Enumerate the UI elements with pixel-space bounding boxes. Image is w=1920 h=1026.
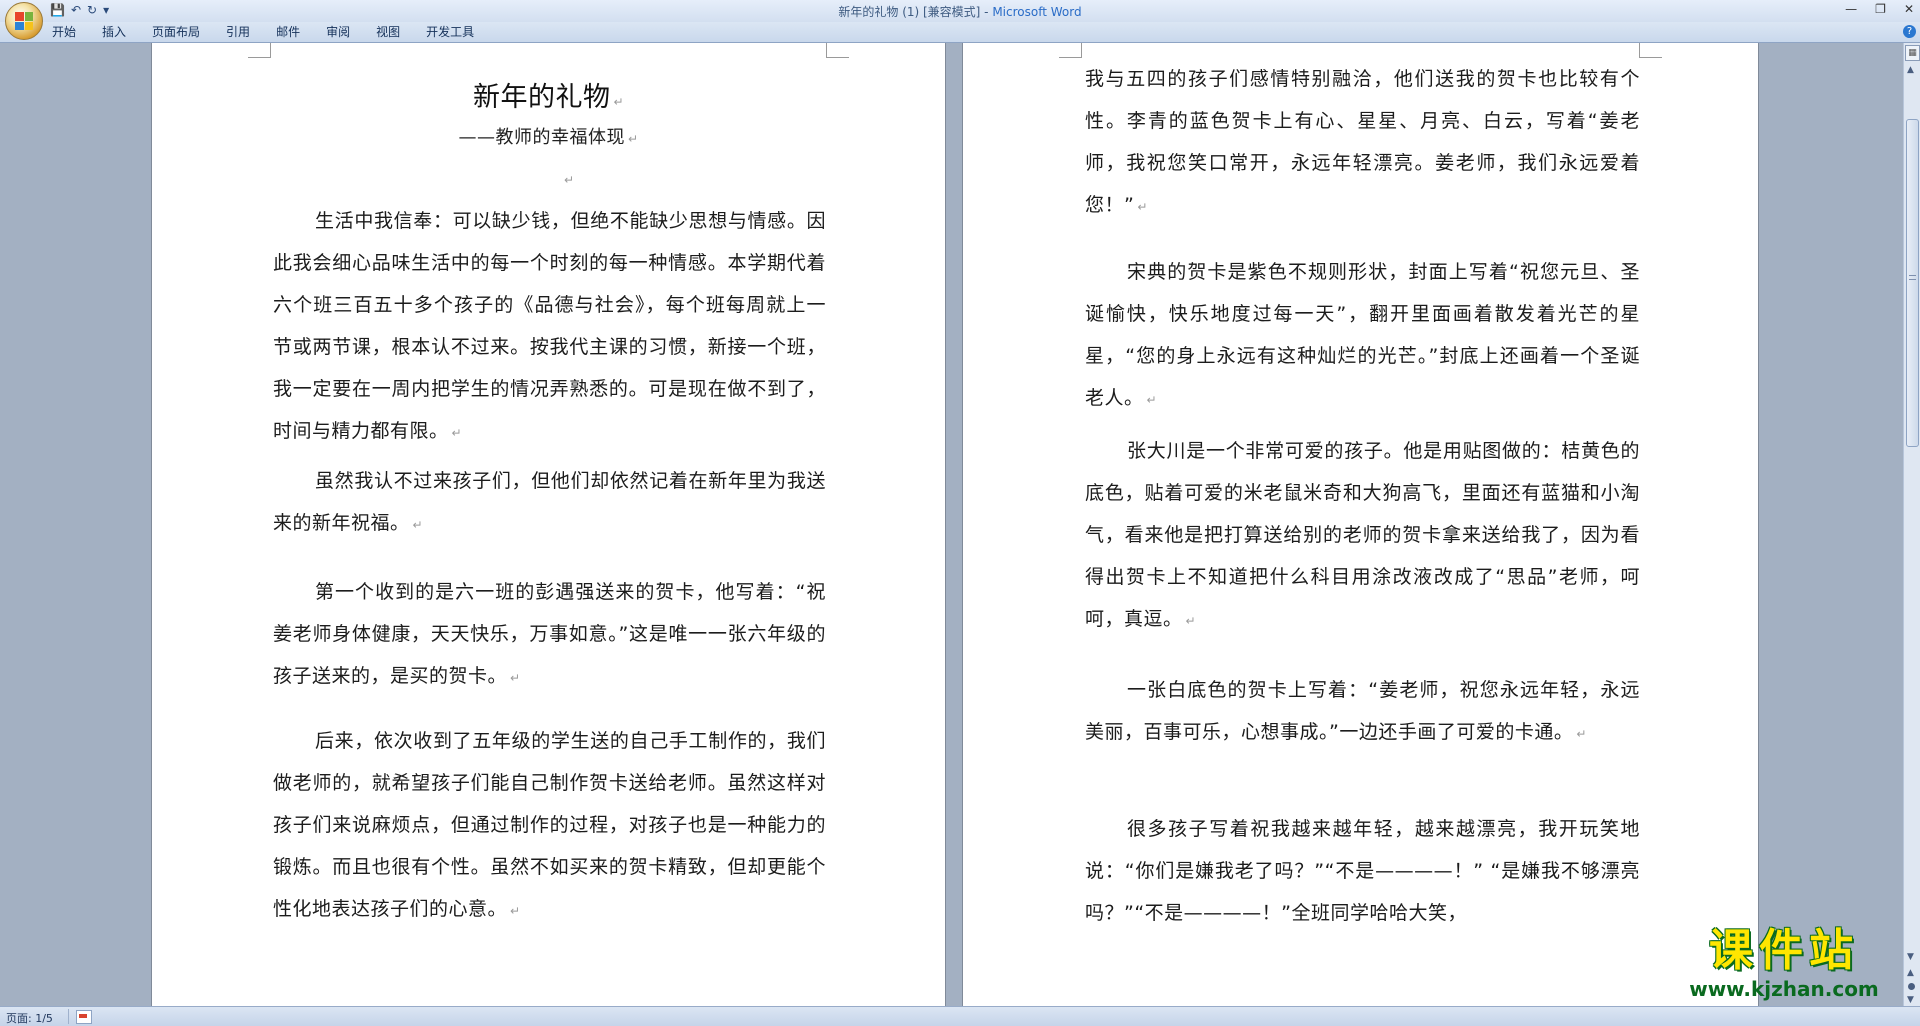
proofing-status-icon[interactable]	[76, 1010, 92, 1024]
help-icon[interactable]: ?	[1903, 25, 1916, 38]
page-2[interactable]: 我与五四的孩子们感情特别融洽，他们送我的贺卡也比较有个性。李青的蓝色贺卡上有心、…	[962, 43, 1759, 1006]
tab-mailings[interactable]: 邮件	[276, 24, 300, 40]
paragraph: 生活中我信奉：可以缺少钱，但绝不能缺少思想与情感。因此我会细心品味生活中的每一个…	[273, 210, 826, 442]
status-bar: 页面: 1/5	[0, 1006, 1920, 1026]
window-controls: — ❐ ✕	[1845, 2, 1914, 16]
tab-insert[interactable]: 插入	[102, 24, 126, 40]
office-button[interactable]	[5, 2, 43, 40]
scroll-down-icon[interactable]: ▼	[1907, 952, 1914, 962]
office-logo-icon	[15, 12, 33, 30]
tab-references[interactable]: 引用	[226, 24, 250, 40]
paragraph: 很多孩子写着祝我越来越年轻，越来越漂亮，我开玩笑地说：“你们是嫌我老了吗？”“不…	[1085, 818, 1640, 924]
tab-home[interactable]: 开始	[52, 24, 76, 40]
crop-mark	[248, 43, 271, 58]
paragraph: 我与五四的孩子们感情特别融洽，他们送我的贺卡也比较有个性。李青的蓝色贺卡上有心、…	[1085, 68, 1640, 216]
document-title: 新年的礼物 ↵	[472, 82, 625, 113]
paragraph: 后来，依次收到了五年级的学生送的自己手工制作的，我们做老师的，就希望孩子们能自己…	[273, 730, 826, 920]
crop-mark	[826, 43, 849, 58]
tab-page-layout[interactable]: 页面布局	[152, 24, 200, 40]
select-browse-object-icon[interactable]	[1908, 983, 1915, 990]
close-icon[interactable]: ✕	[1904, 2, 1914, 16]
paragraph: 第一个收到的是六一班的彭遇强送来的贺卡，他写着：“祝姜老师身体健康，天天快乐，万…	[273, 581, 826, 687]
paragraph-mark: ↵	[564, 173, 575, 187]
ribbon-tabs: 开始 插入 页面布局 引用 邮件 审阅 视图 开发工具 ?	[0, 22, 1920, 43]
view-ruler-icon[interactable]: ▦	[1905, 45, 1920, 61]
title-bar: 💾 ↶ ↻ ▾ 新年的礼物 (1) [兼容模式] - Microsoft Wor…	[0, 0, 1920, 40]
watermark-logo: 课件站 www.kjzhan.com	[1668, 925, 1900, 1005]
paragraph: 虽然我认不过来孩子们，但他们却依然记着在新年里为我送来的新年祝福。 ↵	[273, 470, 826, 534]
page-1[interactable]: 新年的礼物 ↵ ——教师的幸福体现 ↵ ↵ 生活中我信奉：可以缺少钱，但绝不能缺少思…	[151, 43, 946, 1006]
window-title: 新年的礼物 (1) [兼容模式] - Microsoft Word	[0, 3, 1920, 20]
watermark-url: www.kjzhan.com	[1689, 977, 1879, 1001]
window-title-doc: 新年的礼物 (1) [兼容模式] -	[838, 5, 993, 19]
document-subtitle: ——教师的幸福体现 ↵	[458, 127, 639, 148]
grip-icon	[1909, 275, 1916, 280]
document-workspace: 新年的礼物 ↵ ——教师的幸福体现 ↵ ↵ 生活中我信奉：可以缺少钱，但绝不能缺少思…	[0, 43, 1904, 1006]
window-title-app: Microsoft Word	[992, 5, 1082, 19]
paragraph: 一张白底色的贺卡上写着：“姜老师，祝您永远年轻，永远美丽，百事可乐，心想事成。”…	[1085, 679, 1640, 743]
page-indicator[interactable]: 页面: 1/5	[6, 1010, 53, 1026]
minimize-icon[interactable]: —	[1845, 2, 1857, 16]
tab-developer[interactable]: 开发工具	[426, 24, 474, 40]
divider	[68, 1009, 69, 1024]
tab-review[interactable]: 审阅	[326, 24, 350, 40]
crop-mark	[1639, 43, 1662, 58]
watermark-main-text: 课件站	[1709, 925, 1859, 976]
paragraph: 张大川是一个非常可爱的孩子。他是用贴图做的：桔黄色的底色，贴着可爱的米老鼠米奇和…	[1085, 440, 1640, 630]
crop-mark	[1059, 43, 1082, 58]
restore-icon[interactable]: ❐	[1875, 2, 1886, 16]
scroll-thumb[interactable]	[1906, 119, 1919, 447]
paragraph: 宋典的贺卡是紫色不规则形状，封面上写着“祝您元旦、圣诞愉快，快乐地度过每一天”，…	[1085, 261, 1640, 409]
tab-view[interactable]: 视图	[376, 24, 400, 40]
scroll-up-icon[interactable]: ▲	[1907, 65, 1914, 75]
previous-page-icon[interactable]: ▲	[1907, 968, 1914, 978]
next-page-icon[interactable]: ▼	[1907, 995, 1914, 1005]
vertical-scrollbar[interactable]: ▦ ▲ ▼ ▲ ▼	[1903, 43, 1920, 1006]
